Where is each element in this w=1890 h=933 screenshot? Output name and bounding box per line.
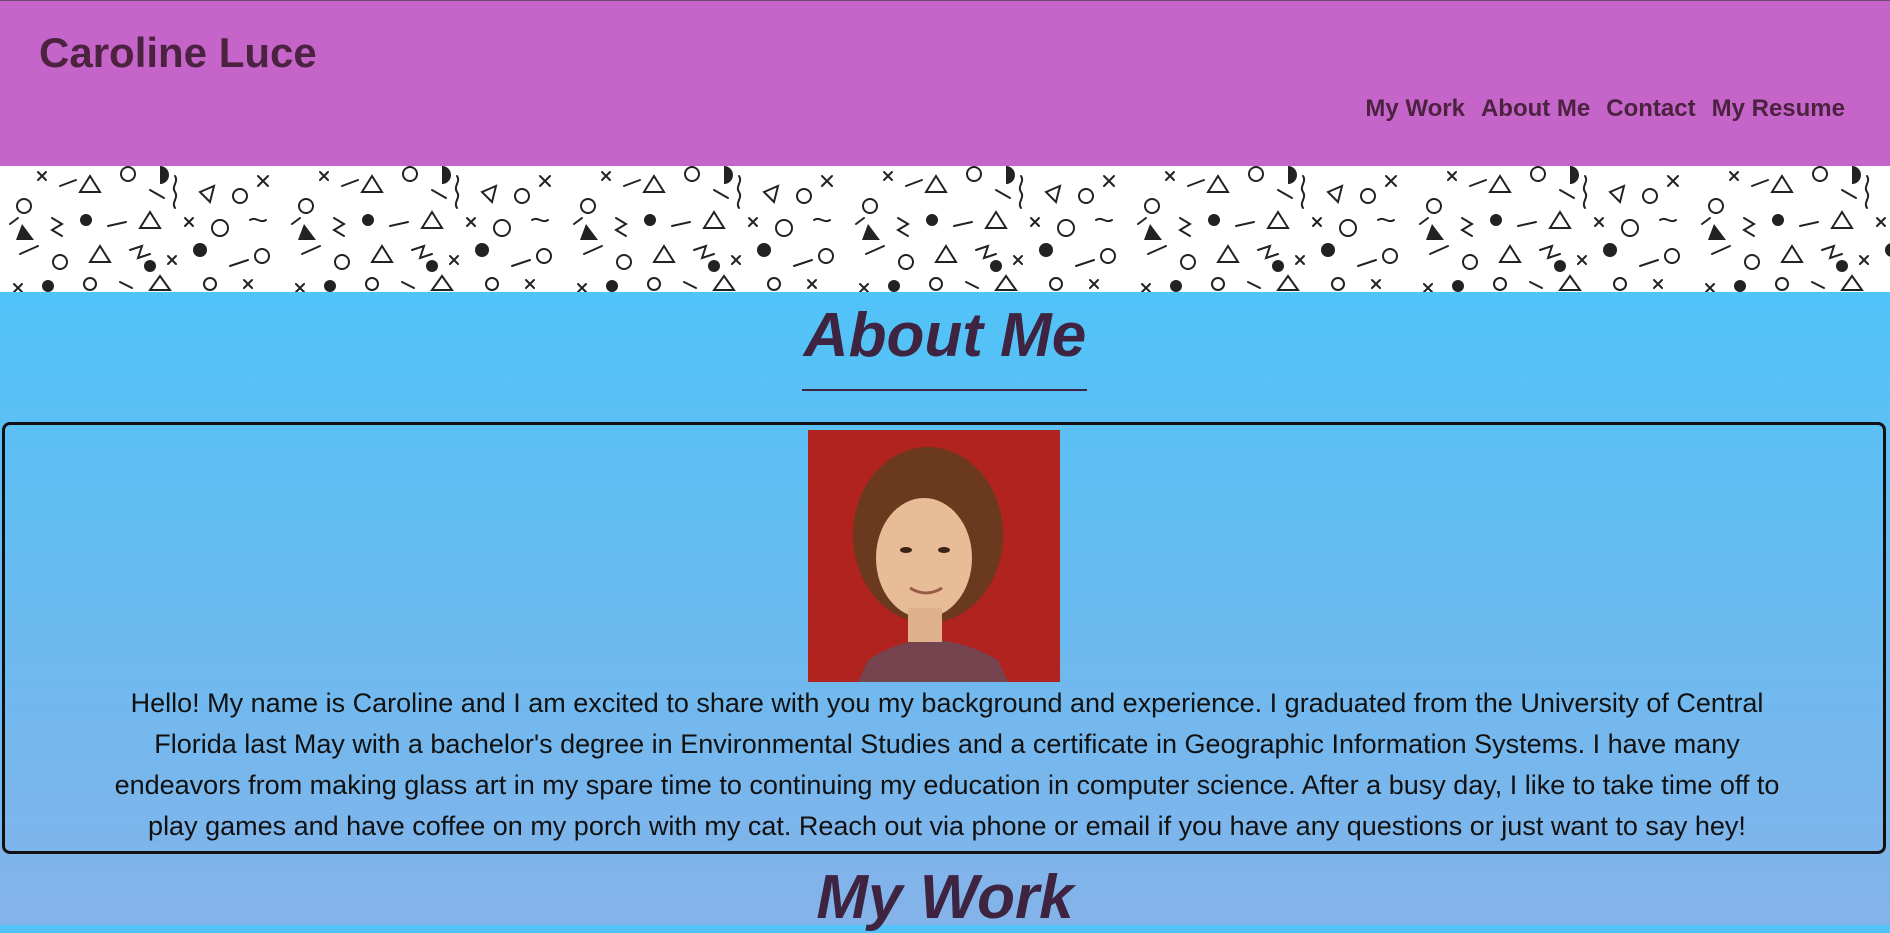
about-bio: Hello! My name is Caroline and I am exci… [114, 688, 1780, 841]
about-heading: About Me [803, 301, 1087, 370]
site-header: Caroline Luce My Work About Me Contact M… [0, 0, 1890, 166]
site-title: Caroline Luce [39, 29, 317, 76]
main-nav: My Work About Me Contact My Resume [1365, 95, 1845, 123]
portrait-illustration [808, 430, 1060, 682]
nav-my-work[interactable]: My Work [1365, 95, 1465, 123]
nav-my-resume[interactable]: My Resume [1712, 95, 1845, 123]
profile-photo [808, 430, 1060, 682]
memphis-pattern [0, 166, 1890, 292]
work-heading: My Work [816, 863, 1074, 932]
heading-divider [802, 389, 1087, 391]
main-content: About Me Hello! My name is Caroline and … [0, 292, 1890, 932]
nav-contact[interactable]: Contact [1606, 95, 1695, 123]
decorative-pattern-banner [0, 166, 1890, 292]
nav-about-me[interactable]: About Me [1481, 95, 1590, 123]
about-card: Hello! My name is Caroline and I am exci… [2, 422, 1886, 854]
